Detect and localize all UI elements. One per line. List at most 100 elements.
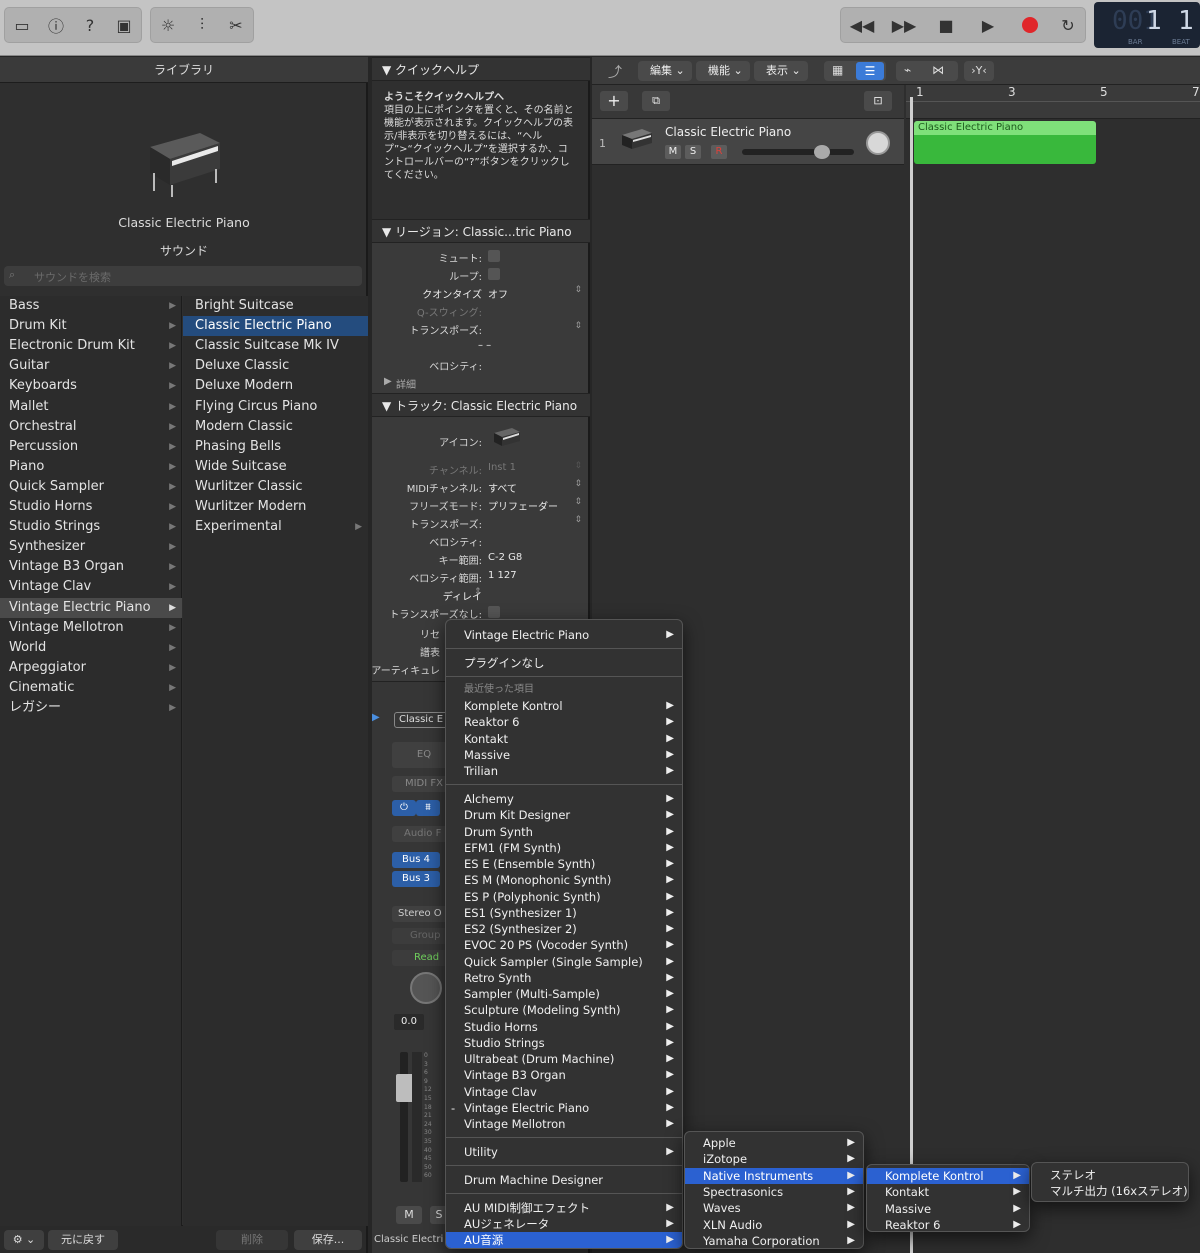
brightness-icon[interactable]: ☼ — [151, 8, 185, 42]
track-no-transpose-checkbox[interactable] — [488, 606, 500, 618]
send-bus-4[interactable]: Bus 4 — [392, 852, 440, 868]
expand-arrow-icon[interactable]: ▶ — [372, 712, 380, 723]
patch-item-deluxe-classic[interactable]: Deluxe Classic — [183, 356, 368, 376]
edit-menu[interactable]: 編集 ⌄ — [638, 61, 692, 81]
category-item-bass[interactable]: Bass ▶ — [0, 296, 182, 316]
category-item-synthesizer[interactable]: Synthesizer ▶ — [0, 537, 182, 557]
menu-item-drum-machine-designer[interactable]: Drum Machine Designer — [446, 1172, 682, 1188]
menu-item-vintage-electric-piano[interactable]: Vintage Electric Piano ▶ — [446, 627, 682, 643]
pan-knob[interactable] — [410, 972, 442, 1004]
menu-item-alchemy[interactable]: Alchemy ▶ — [446, 791, 682, 807]
volume-readout[interactable]: 0.0 — [394, 1014, 424, 1030]
track-midi-channel-row[interactable]: MIDIチャンネル: すべて ⇕ — [372, 477, 588, 495]
category-item-studio-strings[interactable]: Studio Strings ▶ — [0, 517, 182, 537]
track-pan-knob[interactable] — [866, 131, 890, 155]
category-item-guitar[interactable]: Guitar ▶ — [0, 356, 182, 376]
category-item-world[interactable]: World ▶ — [0, 638, 182, 658]
region-inspector-header[interactable]: ▼ リージョン: Classic...tric Piano — [372, 219, 590, 243]
menu-item-trilian[interactable]: Trilian ▶ — [446, 763, 682, 779]
menu-item-komplete-kontrol[interactable]: Komplete Kontrol ▶ — [446, 698, 682, 714]
track-key-range-row[interactable]: キー範囲: C-2 G8 — [372, 549, 588, 567]
track-solo-button[interactable]: S — [685, 145, 701, 159]
mixer-sliders-icon[interactable]: ⫶ — [185, 8, 219, 42]
menu-item-studio-horns[interactable]: Studio Horns ▶ — [446, 1019, 682, 1035]
volume-fader-track[interactable] — [400, 1052, 408, 1182]
catch-icon[interactable]: ›Y‹ — [964, 61, 994, 81]
ni-massive[interactable]: Massive ▶ — [867, 1201, 1029, 1217]
menu-item-es-p-polyphonic-synth[interactable]: ES P (Polyphonic Synth) ▶ — [446, 889, 682, 905]
category-item-vintage-b3-organ[interactable]: Vintage B3 Organ ▶ — [0, 557, 182, 577]
view-toggle[interactable]: ▦ ☰ — [824, 61, 886, 81]
duplicate-track-icon[interactable]: ⧉ — [642, 91, 670, 111]
grid-view-icon[interactable]: ▦ — [832, 63, 843, 77]
track-piano-icon[interactable] — [492, 427, 522, 451]
category-item-arpeggiator[interactable]: Arpeggiator ▶ — [0, 658, 182, 678]
gear-menu-icon[interactable]: ⚙ ⌄ — [4, 1230, 44, 1250]
track-transpose-row[interactable]: トランスポーズ: ⇕ — [372, 513, 588, 531]
lcd-display[interactable]: 001 1 1 BAR BEAT — [1094, 2, 1200, 48]
patch-item-deluxe-modern[interactable]: Deluxe Modern — [183, 376, 368, 396]
menu-item-sampler-multi-sample[interactable]: Sampler (Multi-Sample) ▶ — [446, 986, 682, 1002]
menu-item-quick-sampler-single-sample[interactable]: Quick Sampler (Single Sample) ▶ — [446, 954, 682, 970]
menu-item-vintage-electric-piano[interactable]: - Vintage Electric Piano ▶ — [446, 1100, 682, 1116]
track-delay-row[interactable]: ディレイ ⇕ — [372, 585, 588, 603]
view-menu[interactable]: 表示 ⌄ — [754, 61, 808, 81]
delete-button[interactable]: 削除 — [216, 1230, 288, 1250]
stop-icon[interactable]: ■ — [927, 8, 965, 42]
library-inbox-icon[interactable]: ▭ — [5, 8, 39, 42]
region-transpose-row[interactable]: トランスポーズ: ⇕ — [372, 319, 588, 337]
menu-item-reaktor-6[interactable]: Reaktor 6 ▶ — [446, 714, 682, 730]
ni-komplete-kontrol[interactable]: Komplete Kontrol ▶ — [867, 1168, 1029, 1184]
menu-item-kontakt[interactable]: Kontakt ▶ — [446, 731, 682, 747]
ni-reaktor-6[interactable]: Reaktor 6 ▶ — [867, 1217, 1029, 1231]
menu-item-item[interactable]: プラグインなし — [446, 655, 682, 671]
category-item-keyboards[interactable]: Keyboards ▶ — [0, 376, 182, 396]
toolbar-toggle-icon[interactable]: ▣ — [107, 8, 141, 42]
menu-item-es1-synthesizer-1[interactable]: ES1 (Synthesizer 1) ▶ — [446, 905, 682, 921]
patch-item-wurlitzer-classic[interactable]: Wurlitzer Classic — [183, 477, 368, 497]
list-view-icon[interactable]: ☰ — [856, 62, 884, 80]
menu-item-studio-strings[interactable]: Studio Strings ▶ — [446, 1035, 682, 1051]
menu-item-sculpture-modeling-synth[interactable]: Sculpture (Modeling Synth) ▶ — [446, 1002, 682, 1018]
category-item-mallet[interactable]: Mallet ▶ — [0, 397, 182, 417]
menu-item-au-midi[interactable]: AU MIDI制御エフェクト ▶ — [446, 1200, 682, 1216]
track-record-button[interactable]: R — [711, 145, 727, 159]
category-item-drum-kit[interactable]: Drum Kit ▶ — [0, 316, 182, 336]
vendor-native-instruments[interactable]: Native Instruments ▶ — [685, 1167, 863, 1184]
cycle-icon[interactable]: ↻ — [1049, 8, 1087, 42]
menu-item-drum-kit-designer[interactable]: Drum Kit Designer ▶ — [446, 807, 682, 823]
category-item-piano[interactable]: Piano ▶ — [0, 457, 182, 477]
add-track-icon[interactable]: + — [600, 91, 628, 111]
patch-item-wide-suitcase[interactable]: Wide Suitcase — [183, 457, 368, 477]
send-bus-3[interactable]: Bus 3 — [392, 871, 440, 887]
category-item-percussion[interactable]: Percussion ▶ — [0, 437, 182, 457]
fast-forward-icon[interactable]: ▶▶ — [885, 8, 923, 42]
sound-search-field[interactable]: ⌕ サウンドを検索 — [4, 266, 362, 286]
menu-item-es-m-monophonic-synth[interactable]: ES M (Monophonic Synth) ▶ — [446, 872, 682, 888]
menu-item-vintage-mellotron[interactable]: Vintage Mellotron ▶ — [446, 1116, 682, 1132]
patch-item-flying-circus-piano[interactable]: Flying Circus Piano — [183, 397, 368, 417]
instrument-sliders-icon[interactable]: ⩩ — [416, 800, 440, 816]
playhead[interactable] — [910, 97, 913, 1253]
save-button[interactable]: 保存... — [294, 1230, 362, 1250]
patch-item-wurlitzer-modern[interactable]: Wurlitzer Modern — [183, 497, 368, 517]
revert-button[interactable]: 元に戻す — [48, 1230, 118, 1250]
region-quantize-row[interactable]: クオンタイズ オフ ⇕ — [372, 283, 588, 301]
region-loop-checkbox[interactable] — [488, 268, 500, 280]
menu-item-utility[interactable]: Utility ▶ — [446, 1144, 682, 1160]
menu-item-vintage-clav[interactable]: Vintage Clav ▶ — [446, 1084, 682, 1100]
power-icon[interactable]: ⏻ — [392, 800, 416, 816]
menu-item-es-e-ensemble-synth[interactable]: ES E (Ensemble Synth) ▶ — [446, 856, 682, 872]
patch-item-phasing-bells[interactable]: Phasing Bells — [183, 437, 368, 457]
patch-item-classic-suitcase-mk-iv[interactable]: Classic Suitcase Mk IV — [183, 336, 368, 356]
track-volume-slider[interactable] — [742, 149, 854, 155]
flex-icon[interactable]: ⋈ — [932, 63, 944, 77]
track-freeze-row[interactable]: フリーズモード: プリフェーダー ⇕ — [372, 495, 588, 513]
patch-item-bright-suitcase[interactable]: Bright Suitcase — [183, 296, 368, 316]
track-mute-button[interactable]: M — [665, 145, 681, 159]
record-icon[interactable] — [1011, 8, 1049, 42]
category-item-vintage-mellotron[interactable]: Vintage Mellotron ▶ — [0, 618, 182, 638]
track-volume-thumb[interactable] — [814, 145, 830, 159]
region-more-row[interactable]: ▶ 詳細 — [372, 373, 588, 391]
menu-item-retro-synth[interactable]: Retro Synth ▶ — [446, 970, 682, 986]
